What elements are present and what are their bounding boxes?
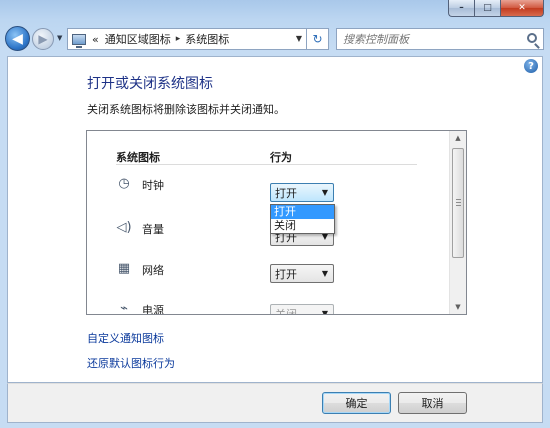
network-behavior-select[interactable]: 打开 ▼: [270, 264, 334, 283]
content-pane: ? 打开或关闭系统图标 关闭系统图标将删除该图标并关闭通知。 系统图标 行为 ◷…: [7, 56, 543, 383]
clock-icon: ◷: [118, 176, 130, 191]
help-icon[interactable]: ?: [524, 59, 538, 73]
address-bar-row: ◀ ▶ ▼ « 通知区域图标 ▸ 系统图标 ▼ ↻: [0, 24, 550, 52]
close-button[interactable]: ✕: [500, 0, 544, 17]
recent-pages-button[interactable]: ▼: [57, 34, 62, 42]
scroll-thumb[interactable]: [452, 148, 464, 258]
search-icon[interactable]: [527, 33, 537, 43]
scroll-down-arrow-icon[interactable]: ▼: [450, 300, 466, 314]
address-dropdown-icon[interactable]: ▼: [296, 34, 302, 43]
minimize-button[interactable]: –: [448, 0, 474, 17]
forward-button[interactable]: ▶: [32, 28, 54, 50]
search-input[interactable]: [343, 32, 523, 46]
system-icons-list[interactable]: 系统图标 行为 ◷ 时钟 打开 ▼ ◁) 音量 打开 ▼ ▦ 网络 打开 ▼ ⌁…: [86, 130, 467, 315]
dialog-footer: 确定 取消: [7, 383, 543, 423]
power-behavior-select: 关闭 ▼: [270, 304, 334, 315]
breadcrumb-separator-icon[interactable]: ▸: [176, 34, 181, 44]
clock-behavior-select[interactable]: 打开 ▼: [270, 183, 334, 202]
back-button[interactable]: ◀: [5, 26, 30, 51]
chevron-down-icon: ▼: [321, 309, 328, 315]
column-header-system-icon: 系统图标: [116, 151, 160, 164]
maximize-button[interactable]: □: [474, 0, 500, 17]
breadcrumb-notification-icons[interactable]: 通知区域图标: [105, 31, 171, 47]
scroll-up-arrow-icon[interactable]: ▲: [450, 131, 466, 145]
breadcrumb-system-icons[interactable]: 系统图标: [185, 31, 229, 47]
page-description: 关闭系统图标将删除该图标并关闭通知。: [87, 103, 285, 116]
page-title: 打开或关闭系统图标: [87, 76, 213, 92]
search-box[interactable]: [336, 28, 544, 50]
caption-buttons: – □ ✕: [448, 0, 544, 17]
power-icon: ⌁: [120, 301, 128, 315]
dropdown-option-on[interactable]: 打开: [271, 205, 334, 219]
power-behavior-value: 关闭: [275, 307, 297, 315]
network-icon: ▦: [117, 261, 131, 276]
header-divider: [116, 164, 417, 165]
breadcrumb-overflow[interactable]: «: [92, 33, 99, 46]
vertical-scrollbar[interactable]: ▲ ▼: [449, 131, 466, 314]
column-header-behavior: 行为: [270, 151, 292, 164]
control-panel-icon: [72, 33, 86, 48]
chevron-down-icon: ▼: [321, 269, 328, 278]
cancel-button[interactable]: 取消: [398, 392, 467, 414]
dropdown-option-off[interactable]: 关闭: [271, 219, 334, 233]
refresh-button[interactable]: ↻: [307, 28, 329, 50]
grip-icon: [456, 199, 461, 207]
address-field[interactable]: « 通知区域图标 ▸ 系统图标 ▼: [67, 28, 307, 50]
row-label-volume: 音量: [142, 223, 164, 236]
restore-default-behavior-link[interactable]: 还原默认图标行为: [87, 355, 175, 371]
chevron-down-icon: ▼: [321, 188, 328, 197]
network-behavior-value: 打开: [275, 267, 297, 281]
row-label-clock: 时钟: [142, 179, 164, 192]
row-label-power: 电源: [142, 304, 164, 315]
customize-notification-icons-link[interactable]: 自定义通知图标: [87, 330, 164, 346]
behavior-dropdown-list[interactable]: 打开 关闭: [270, 204, 335, 234]
ok-button[interactable]: 确定: [322, 392, 391, 414]
clock-behavior-value: 打开: [275, 186, 297, 200]
row-label-network: 网络: [142, 264, 164, 277]
volume-icon: ◁): [116, 220, 132, 235]
control-panel-window: – □ ✕ ◀ ▶ ▼ « 通知区域图标 ▸ 系统图标 ▼ ↻ ? 打开或关闭系…: [0, 0, 550, 428]
